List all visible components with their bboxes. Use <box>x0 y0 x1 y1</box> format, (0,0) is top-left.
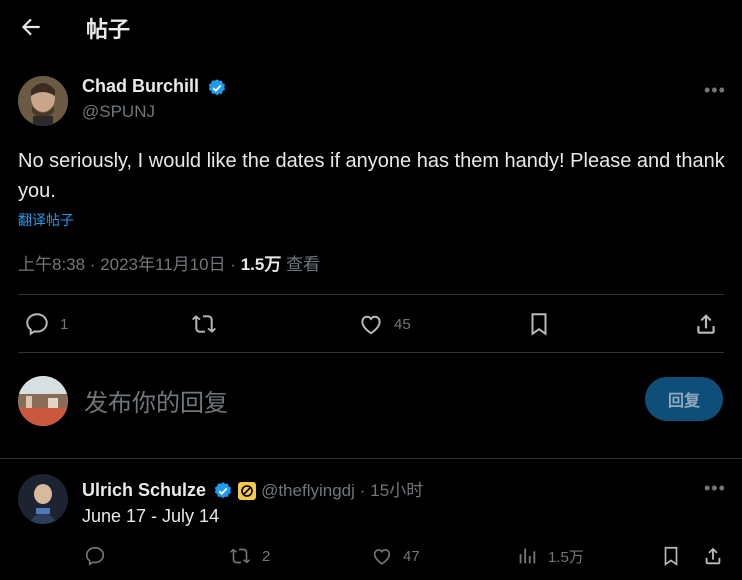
like-action[interactable]: 45 <box>358 311 411 337</box>
reply-reply-action[interactable] <box>84 545 116 567</box>
reply-like-action[interactable]: 47 <box>371 545 420 567</box>
analytics-icon <box>516 545 538 567</box>
verified-badge-icon <box>207 78 227 98</box>
repost-icon <box>190 311 218 337</box>
reply-timestamp[interactable]: · 15小时 <box>360 481 423 500</box>
repost-count: 2 <box>262 547 271 565</box>
back-arrow-icon[interactable] <box>18 14 44 40</box>
post-text: No seriously, I would like the dates if … <box>18 150 725 202</box>
repost-icon <box>228 545 252 567</box>
reply-input[interactable]: 发布你的回复 <box>84 383 228 418</box>
like-count: 45 <box>394 315 411 333</box>
view-label: 查看 <box>281 255 321 274</box>
comment-icon <box>24 311 50 337</box>
author-block: Chad Burchill @SPUNJ <box>82 76 227 122</box>
page-title: 帖子 <box>86 17 131 42</box>
view-count: 1.5万 <box>240 255 282 274</box>
reply-action[interactable]: 1 <box>24 311 68 337</box>
more-options-icon[interactable]: ••• <box>704 478 726 499</box>
reply-views-action[interactable]: 1.5万 <box>516 545 584 567</box>
post-timestamp[interactable]: 上午8:38 · 2023年11月10日 · <box>18 255 241 274</box>
more-options-icon[interactable]: ••• <box>704 80 726 101</box>
verified-badge-icon <box>213 481 233 501</box>
view-count: 1.5万 <box>548 548 584 566</box>
like-count: 47 <box>403 547 420 565</box>
my-avatar[interactable] <box>18 376 68 426</box>
post-meta: 上午8:38 · 2023年11月10日 · 1.5万 查看 <box>18 250 320 275</box>
author-handle[interactable]: @SPUNJ <box>82 102 227 122</box>
reply-repost-action[interactable]: 2 <box>228 545 270 567</box>
comment-icon <box>84 545 106 567</box>
reply-header: Ulrich Schulze @theflyingdj · 15小时 <box>82 476 423 501</box>
divider <box>18 352 724 353</box>
divider <box>0 458 742 459</box>
reply-author-handle[interactable]: @theflyingdj <box>261 481 355 500</box>
reply-button[interactable]: 回复 <box>645 377 723 421</box>
translate-link[interactable]: 翻译帖子 <box>18 210 74 230</box>
share-icon[interactable] <box>693 311 719 337</box>
bookmark-icon[interactable] <box>526 311 552 337</box>
share-icon[interactable] <box>702 545 724 567</box>
reply-text: June 17 - July 14 <box>82 506 220 526</box>
bookmark-icon[interactable] <box>660 545 682 567</box>
author-name[interactable]: Chad Burchill <box>82 76 199 96</box>
heart-icon <box>358 311 384 337</box>
reply-author-name[interactable]: Ulrich Schulze <box>82 480 206 500</box>
affiliate-badge-icon <box>238 482 257 501</box>
divider <box>18 294 724 295</box>
reply-count: 1 <box>60 315 69 333</box>
reply-avatar[interactable] <box>18 474 68 524</box>
avatar[interactable] <box>18 76 68 126</box>
repost-action[interactable] <box>190 311 228 337</box>
heart-icon <box>371 545 393 567</box>
top-bar: 帖子 <box>0 0 742 53</box>
